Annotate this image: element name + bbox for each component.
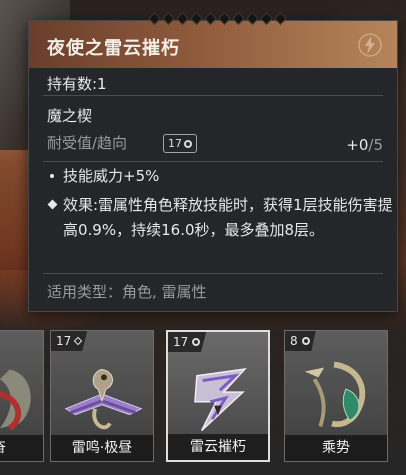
mod-level-badge: 8 (285, 331, 316, 351)
mod-art (304, 361, 366, 428)
mod-card-selected[interactable]: 17 雷云摧朽 (166, 330, 270, 462)
mod-name: 乘势 (285, 435, 387, 461)
mod-level-badge: 17 (51, 331, 88, 351)
stat-bonus: 技能威力+5% (63, 167, 160, 185)
mod-name: 雷云摧朽 (168, 434, 268, 460)
item-title: 夜使之雷云摧朽 (47, 38, 180, 59)
polarity-ring-icon (192, 338, 201, 346)
mod-card-row: 振奋 17 雷鸣·极昼 17 (0, 330, 406, 475)
durability-label: 耐受值/趋向 (47, 134, 128, 152)
effect-description: 效果:雷属性角色释放技能时，获得1层技能伤害提高0.9%，持续16.0秒，最多叠… (63, 196, 393, 239)
lightning-element-icon (358, 33, 382, 57)
divider (43, 273, 383, 274)
mod-card[interactable]: 17 雷鸣·极昼 (50, 330, 154, 462)
mod-name: 雷鸣·极昼 (51, 435, 153, 461)
mod-level: 17 (56, 334, 72, 348)
applicable-types: 适用类型：角色, 雷属性 (47, 283, 207, 301)
tooltip-ornament (148, 11, 310, 25)
mod-level: 8 (290, 334, 298, 348)
divider (43, 161, 383, 162)
mod-art (0, 369, 31, 431)
mod-card[interactable]: 振奋 (0, 330, 44, 462)
item-category: 魔之楔 (47, 107, 93, 125)
rank-max: /5 (368, 136, 383, 154)
mod-name: 振奋 (0, 435, 43, 461)
polarity-ring-icon (301, 337, 310, 345)
rank-progress: +0/5 (346, 136, 383, 154)
polarity-diamond-icon (74, 336, 83, 346)
tooltip-header: 夜使之雷云摧朽 (29, 21, 397, 68)
durability-level: 17 (168, 137, 182, 150)
bullet-dot-icon (50, 174, 54, 178)
game-screen: 夜使之雷云摧朽 持有数:1 魔之楔 耐受值/趋向 17 +0/5 技能威力+5%… (0, 0, 406, 475)
mod-art (194, 368, 247, 432)
mod-card[interactable]: 8 乘势 (284, 330, 388, 462)
bullet-diamond-icon (47, 199, 58, 210)
item-tooltip: 夜使之雷云摧朽 持有数:1 魔之楔 耐受值/趋向 17 +0/5 技能威力+5%… (28, 20, 398, 312)
mod-level: 17 (173, 335, 189, 349)
polarity-ring-icon (184, 139, 192, 148)
mod-level-badge: 17 (168, 332, 207, 352)
divider (43, 95, 383, 96)
mod-art (64, 368, 143, 430)
durability-badge: 17 (163, 134, 197, 153)
owned-count: 持有数:1 (47, 75, 107, 93)
rank-current: +0 (346, 136, 369, 154)
